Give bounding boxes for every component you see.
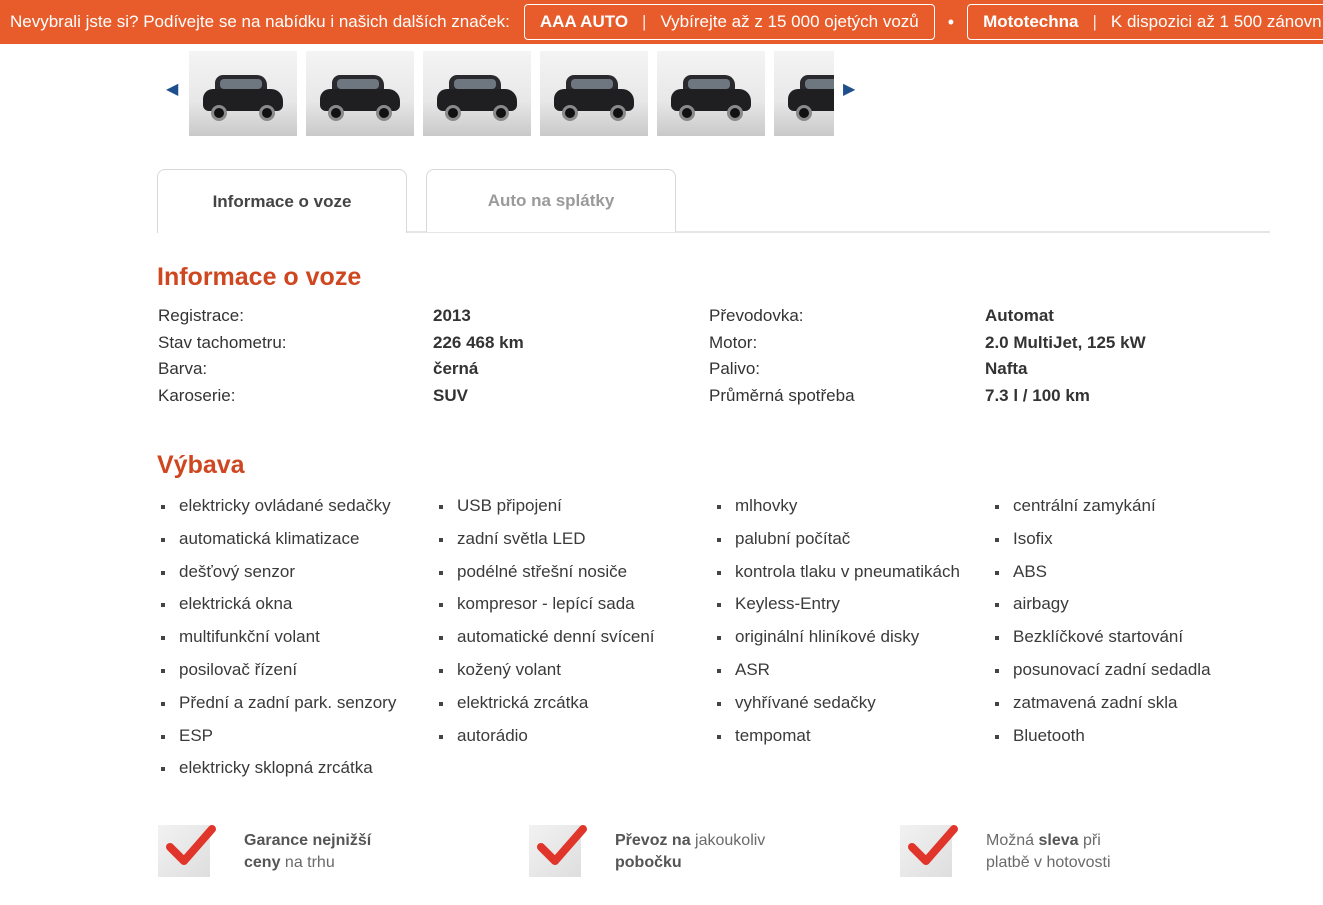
- car-thumbnail[interactable]: [540, 51, 648, 136]
- info-label: Palivo:: [709, 359, 761, 378]
- list-item: kožený volant: [436, 660, 706, 693]
- list-item: Bluetooth: [992, 726, 1262, 759]
- list-item: Přední a zadní park. senzory: [158, 693, 428, 726]
- gallery-prev-icon[interactable]: ◀: [166, 79, 178, 99]
- brand-link-mototechna[interactable]: Mototechna | K dispozici až 1 500 zánovn…: [967, 4, 1323, 40]
- brand-link-aaa-auto[interactable]: AAA AUTO | Vybírejte až z 15 000 ojetých…: [523, 4, 935, 40]
- list-item: kompresor - lepící sada: [436, 594, 706, 627]
- brand-text: K dispozici až 1 500 zánovních: [1110, 12, 1323, 31]
- equipment-column: USB připojení zadní světla LED podélné s…: [436, 496, 706, 758]
- benefit-cash-discount: Možná sleva při platbě v hotovosti: [900, 825, 1111, 881]
- list-item: airbagy: [992, 594, 1262, 627]
- list-item: ABS: [992, 562, 1262, 595]
- info-value: Nafta: [985, 359, 1028, 378]
- list-item: posilovač řízení: [158, 660, 428, 693]
- info-label: Průměrná spotřeba: [709, 385, 855, 405]
- list-item: centrální zamykání: [992, 496, 1262, 529]
- list-item: originální hliníkové disky: [714, 627, 984, 660]
- list-item: Keyless-Entry: [714, 594, 984, 627]
- list-item: ASR: [714, 660, 984, 693]
- detail-tabs: Informace o voze Auto na splátky: [157, 169, 1270, 233]
- car-thumbnail[interactable]: [423, 51, 531, 136]
- photo-gallery: ◀ ▶: [160, 51, 860, 137]
- info-value: SUV: [433, 385, 468, 405]
- info-row: Registrace: 2013 Převodovka: Automat: [158, 306, 1268, 333]
- car-image: [671, 75, 751, 121]
- car-thumbnail[interactable]: [189, 51, 297, 136]
- car-image: [203, 75, 283, 121]
- car-thumbnail[interactable]: [306, 51, 414, 136]
- info-value: černá: [433, 359, 479, 378]
- list-item: zatmavená zadní skla: [992, 693, 1262, 726]
- equipment-column: centrální zamykání Isofix ABS airbagy Be…: [992, 496, 1262, 758]
- brand-separator: |: [1092, 12, 1097, 31]
- equipment-column: mlhovky palubní počítač kontrola tlaku v…: [714, 496, 984, 758]
- info-row: Stav tachometru: 226 468 km Motor: 2.0 M…: [158, 333, 1268, 360]
- list-item: autorádio: [436, 726, 706, 759]
- benefit-text: Možná sleva při platbě v hotovosti: [986, 832, 1111, 871]
- benefit-text: Převoz na jakoukoliv pobočku: [615, 832, 766, 871]
- tab-informace-o-voze[interactable]: Informace o voze: [157, 169, 407, 233]
- gallery-next-icon[interactable]: ▶: [843, 79, 855, 99]
- list-item: ESP: [158, 726, 428, 759]
- list-item: automatická klimatizace: [158, 529, 428, 562]
- info-label: Převodovka:: [709, 306, 804, 325]
- list-item: Isofix: [992, 529, 1262, 562]
- list-item: Bezklíčkové startování: [992, 627, 1262, 660]
- list-item: kontrola tlaku v pneumatikách: [714, 562, 984, 595]
- info-label: Barva:: [158, 359, 208, 378]
- car-thumbnail[interactable]: [774, 51, 834, 136]
- info-value: 226 468 km: [433, 332, 524, 352]
- brand-separator: |: [642, 12, 647, 31]
- list-item: multifunkční volant: [158, 627, 428, 660]
- car-image: [320, 75, 400, 121]
- list-item: palubní počítač: [714, 529, 984, 562]
- list-item: elektricky ovládané sedačky: [158, 496, 428, 529]
- brand-name: Mototechna: [983, 12, 1079, 31]
- car-thumbnail[interactable]: [657, 51, 765, 136]
- info-label: Stav tachometru:: [158, 332, 287, 352]
- brand-name: AAA AUTO: [539, 12, 629, 31]
- car-image: [554, 75, 634, 121]
- brands-banner: Nevybrali jste si? Podívejte se na nabíd…: [0, 0, 1323, 44]
- brand-text: Vybírejte až z 15 000 ojetých vozů: [660, 12, 919, 31]
- list-item: dešťový senzor: [158, 562, 428, 595]
- info-label: Motor:: [709, 332, 758, 352]
- banner-dot: •: [947, 11, 955, 32]
- benefit-text: Garance nejnižší ceny na trhu: [244, 832, 372, 871]
- car-image: [788, 75, 834, 121]
- info-heading: Informace o voze: [157, 263, 362, 291]
- benefit-lowest-price: Garance nejnižší ceny na trhu: [158, 825, 371, 881]
- car-image: [437, 75, 517, 121]
- check-icon: [529, 825, 587, 877]
- list-item: podélné střešní nosiče: [436, 562, 706, 595]
- equipment-heading: Výbava: [157, 451, 245, 479]
- info-row: Barva: černá Palivo: Nafta: [158, 359, 1268, 386]
- list-item: tempomat: [714, 726, 984, 759]
- info-value: Automat: [985, 306, 1054, 325]
- check-icon: [900, 825, 958, 877]
- info-value: 7.3 l / 100 km: [985, 385, 1090, 405]
- list-item: mlhovky: [714, 496, 984, 529]
- equipment-column: elektricky ovládané sedačky automatická …: [158, 496, 428, 791]
- list-item: elektrická zrcátka: [436, 693, 706, 726]
- info-row: Karoserie: SUV Průměrná spotřeba 7.3 l /…: [158, 386, 1268, 413]
- info-value: 2.0 MultiJet, 125 kW: [985, 332, 1146, 352]
- benefit-transfer: Převoz na jakoukoliv pobočku: [529, 825, 765, 881]
- banner-lead-text: Nevybrali jste si? Podívejte se na nabíd…: [10, 12, 510, 31]
- list-item: zadní světla LED: [436, 529, 706, 562]
- info-value: 2013: [433, 306, 471, 325]
- gallery-thumbnails: [189, 51, 834, 137]
- info-table: Registrace: 2013 Převodovka: Automat Sta…: [158, 306, 1268, 412]
- list-item: elektricky sklopná zrcátka: [158, 758, 428, 791]
- info-label: Karoserie:: [158, 385, 236, 405]
- list-item: automatické denní svícení: [436, 627, 706, 660]
- list-item: USB připojení: [436, 496, 706, 529]
- list-item: vyhřívané sedačky: [714, 693, 984, 726]
- tab-auto-na-splatky[interactable]: Auto na splátky: [426, 169, 676, 232]
- list-item: posunovací zadní sedadla: [992, 660, 1262, 693]
- check-icon: [158, 825, 216, 877]
- list-item: elektrická okna: [158, 594, 428, 627]
- info-label: Registrace:: [158, 306, 244, 325]
